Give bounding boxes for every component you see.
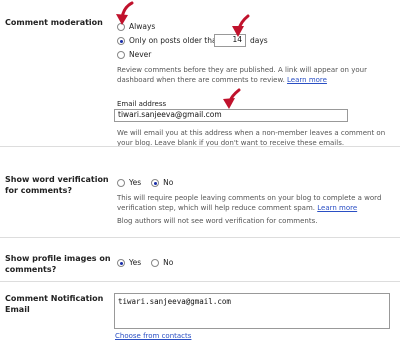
older-than-radio[interactable]	[117, 37, 125, 45]
notification-email-label-line1: Comment Notification	[5, 294, 104, 303]
annotation-arrow-icon	[116, 1, 134, 25]
never-label: Never	[129, 50, 152, 59]
word-verification-help: This will require people leaving comment…	[117, 193, 395, 213]
word-verification-no-radio[interactable]	[151, 179, 160, 187]
word-verification-yes-radio[interactable]	[117, 179, 125, 187]
profile-images-label: Show profile images on comments?	[5, 253, 111, 275]
word-verification-options: Yes No	[117, 178, 173, 188]
email-address-label: Email address	[117, 100, 167, 108]
notification-email-label: Comment Notification Email	[5, 293, 103, 315]
word-verification-label: Show word verification for comments?	[5, 174, 109, 196]
moderation-never-option[interactable]: Never	[117, 50, 151, 60]
word-verification-yes-label: Yes	[129, 178, 142, 187]
profile-images-options: Yes No	[117, 258, 173, 268]
profile-images-label-line2: comments?	[5, 265, 57, 274]
word-verification-label-line2: for comments?	[5, 186, 72, 195]
moderation-older-option[interactable]: Only on posts older than	[117, 36, 221, 46]
divider	[0, 281, 400, 282]
never-radio[interactable]	[117, 51, 125, 59]
word-verification-label-line1: Show word verification	[5, 175, 109, 184]
moderation-learn-more-link[interactable]: Learn more	[287, 76, 327, 84]
profile-images-yes-label: Yes	[129, 258, 142, 267]
word-verification-learn-more-link[interactable]: Learn more	[317, 204, 357, 212]
email-address-input[interactable]: tiwari.sanjeeva@gmail.com	[114, 109, 348, 122]
divider	[0, 237, 400, 238]
annotation-arrow-icon	[223, 88, 241, 109]
annotation-arrow-icon	[232, 14, 250, 37]
moderation-help-text: Review comments before they are publishe…	[117, 66, 367, 84]
divider	[0, 146, 400, 147]
word-verification-note: Blog authors will not see word verificat…	[117, 217, 318, 225]
moderation-help: Review comments before they are publishe…	[117, 65, 395, 85]
choose-from-contacts-link[interactable]: Choose from contacts	[115, 331, 191, 341]
profile-images-no-radio[interactable]	[151, 259, 160, 267]
profile-images-no-label: No	[163, 258, 174, 267]
comment-moderation-label: Comment moderation	[5, 18, 103, 27]
notification-email-textarea[interactable]: tiwari.sanjeeva@gmail.com	[114, 293, 390, 329]
older-than-label: Only on posts older than	[129, 36, 222, 45]
profile-images-label-line1: Show profile images on	[5, 254, 111, 263]
word-verification-no-label: No	[163, 178, 174, 187]
notification-email-label-line2: Email	[5, 305, 30, 314]
days-suffix: days	[250, 36, 268, 45]
email-help-text: We will email you at this address when a…	[117, 129, 386, 147]
profile-images-yes-radio[interactable]	[117, 259, 125, 267]
